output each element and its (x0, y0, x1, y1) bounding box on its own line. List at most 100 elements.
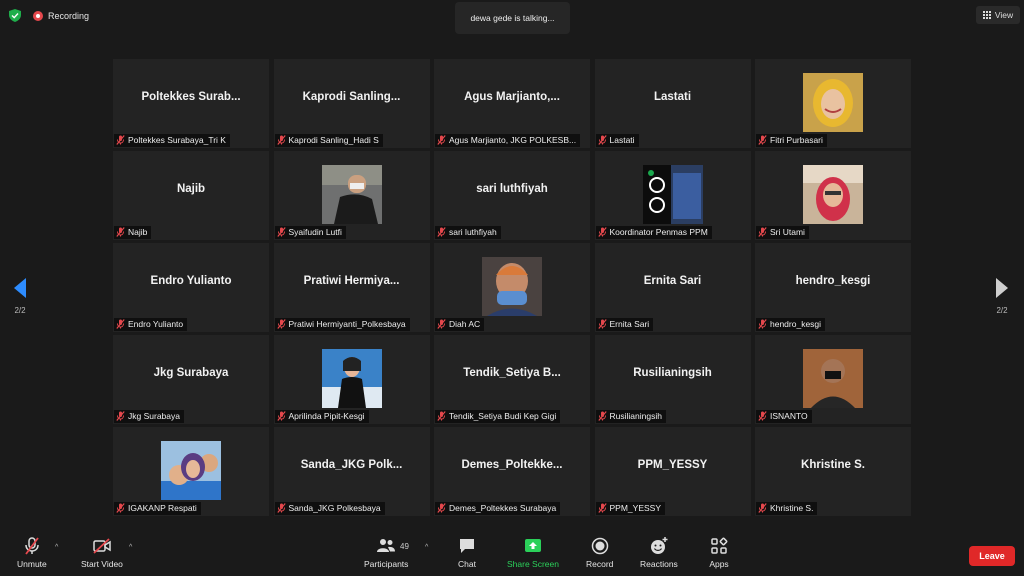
microphone-off-icon (25, 537, 39, 555)
record-label: Record (586, 559, 614, 569)
participant-name-label: Diah AC (435, 317, 485, 331)
participant-name-label: PPM_YESSY (595, 501, 665, 515)
microphone-off-icon (758, 135, 767, 145)
microphone-off-icon (116, 135, 125, 145)
participant-display-name: Rusilianingsih (633, 367, 712, 380)
participant-tile[interactable]: Lastati Lastati (594, 59, 751, 148)
apps-icon (711, 537, 728, 554)
audio-options-chevron-up-icon[interactable]: ^ (55, 544, 58, 551)
participant-name: Najib (128, 227, 148, 238)
chat-button[interactable]: Chat (457, 536, 477, 569)
page-indicator-left: 2/2 (14, 306, 26, 315)
participant-name-label: Khristine S. (756, 501, 818, 515)
participant-name: Diah AC (449, 319, 481, 330)
participant-display-name: Pratiwi Hermiya... (303, 275, 400, 288)
participant-tile[interactable]: Aprilinda Pipit-Kesgi (273, 335, 430, 424)
participant-tile[interactable]: sari luthfiyah sari luthfiyah (434, 151, 590, 240)
microphone-off-icon (758, 319, 767, 330)
participant-name: Demes_Poltekkes Surabaya (449, 503, 557, 514)
participant-tile[interactable]: Agus Marjianto,... Agus Marjianto, JKG PO… (434, 59, 590, 148)
participant-tile[interactable]: ISNANTO (755, 335, 911, 424)
participant-tile[interactable]: Endro Yulianto Endro Yulianto (113, 243, 269, 332)
participant-name-label: Endro Yulianto (114, 317, 188, 331)
participant-tile[interactable]: Tendik_Setiya B... Tendik_Setiya Budi Kep… (434, 335, 590, 424)
participant-name-label: Agus Marjianto, JKG POLKESB... (435, 133, 581, 147)
shield-check-icon[interactable] (9, 9, 21, 22)
participant-tile[interactable]: Diah AC (434, 243, 590, 332)
page-indicator-right: 2/2 (996, 306, 1008, 315)
leave-button[interactable]: Leave (969, 546, 1015, 566)
smiley-plus-icon (650, 537, 668, 554)
participant-name: Syaifudin Lutfi (288, 227, 342, 238)
video-options-chevron-up-icon[interactable]: ^ (129, 544, 132, 551)
participant-name-label: Syaifudin Lutfi (274, 225, 346, 239)
participant-display-name: sari luthfiyah (476, 183, 548, 196)
participant-tile[interactable]: Syaifudin Lutfi (273, 151, 430, 240)
recording-indicator[interactable]: Recording (33, 9, 89, 22)
participant-tile[interactable]: Kaprodi Sanling... Kaprodi Sanling_Hadi S (273, 59, 430, 148)
microphone-off-icon (276, 319, 286, 330)
participant-video (642, 165, 703, 225)
participant-tile[interactable]: Koordinator Penmas PPM (594, 151, 751, 240)
participant-display-name: Lastati (653, 91, 692, 103)
participant-display-name: Poltekkes Surab... (141, 91, 241, 103)
participant-name: Endro Yulianto (128, 319, 184, 330)
microphone-off-icon (437, 135, 446, 145)
participants-button[interactable]: Participants (364, 536, 408, 569)
microphone-off-icon (758, 503, 767, 514)
participant-name: Sanda_JKG Polkesbaya (288, 503, 381, 514)
share-screen-button[interactable]: Share Screen (507, 536, 559, 569)
participant-tile[interactable]: hendro_kesgi hendro_kesgi (755, 243, 911, 332)
reactions-label: Reactions (640, 559, 678, 569)
participant-tile[interactable]: Poltekkes Surab... Poltekkes Surabaya_Tri… (113, 59, 269, 148)
participant-tile[interactable]: Jkg Surabaya Jkg Surabaya (113, 335, 269, 424)
participant-tile[interactable]: Rusilianingsih Rusilianingsih (594, 335, 751, 424)
participant-display-name: Kaprodi Sanling... (302, 91, 401, 103)
participant-name-label: Lastati (595, 133, 639, 147)
microphone-off-icon (597, 503, 607, 514)
participant-tile[interactable]: Demes_Poltekke... Demes_Poltekkes Surabay… (434, 427, 590, 516)
participant-name-label: hendro_kesgi (756, 317, 826, 331)
participant-tile[interactable]: Pratiwi Hermiya... Pratiwi Hermiyanti_Pol… (273, 243, 430, 332)
video-off-icon (93, 538, 111, 554)
microphone-off-icon (758, 227, 767, 238)
participants-options-chevron-up-icon[interactable]: ^ (425, 544, 428, 551)
active-speaker-banner: dewa gede is talking... (455, 2, 570, 34)
participant-name: ISNANTO (770, 411, 808, 422)
participant-display-name: Ernita Sari (643, 275, 702, 288)
participant-tile[interactable]: Khristine S. Khristine S. (755, 427, 911, 516)
microphone-off-icon (437, 503, 446, 514)
recording-label: Recording (48, 10, 90, 21)
participant-tile[interactable]: Fitri Purbasari (755, 59, 911, 148)
participant-video (803, 165, 863, 225)
reactions-button[interactable]: Reactions (640, 536, 678, 569)
previous-page-button[interactable]: 2/2 (8, 274, 32, 324)
start-video-button[interactable]: Start Video (81, 536, 123, 569)
microphone-off-icon (597, 411, 607, 422)
participant-name: Khristine S. (770, 503, 814, 514)
chat-icon (460, 539, 474, 553)
participant-tile[interactable]: PPM_YESSY PPM_YESSY (594, 427, 751, 516)
participant-name-label: Demes_Poltekkes Surabaya (435, 501, 561, 515)
view-button[interactable]: View (976, 6, 1020, 24)
arrow-right-icon (996, 278, 1008, 298)
share-screen-label: Share Screen (507, 559, 559, 569)
participant-tile[interactable]: Sri Utami (755, 151, 911, 240)
apps-button[interactable]: Apps (709, 536, 729, 569)
record-button[interactable]: Record (586, 536, 613, 569)
participants-count: 49 (400, 542, 409, 551)
unmute-button[interactable]: Unmute (17, 536, 47, 569)
next-page-button[interactable]: 2/2 (990, 274, 1014, 324)
participant-tile[interactable]: Najib Najib (113, 151, 269, 240)
start-video-label: Start Video (81, 559, 123, 569)
participant-tile[interactable]: Sanda_JKG Polk... Sanda_JKG Polkesbaya (273, 427, 430, 516)
participant-tile[interactable]: IGAKANP Respati (113, 427, 269, 516)
talking-text: dewa gede is talking... (470, 13, 555, 23)
participant-name-label: Pratiwi Hermiyanti_Polkesbaya (274, 317, 410, 331)
participant-name-label: Sanda_JKG Polkesbaya (274, 501, 385, 515)
participant-tile[interactable]: Ernita Sari Ernita Sari (594, 243, 751, 332)
share-screen-icon (524, 539, 541, 552)
unmute-label: Unmute (17, 559, 47, 569)
participant-name: Tendik_Setiya Budi Kep Gigi (449, 411, 557, 422)
participant-name: Agus Marjianto, JKG POLKESB... (449, 135, 577, 146)
